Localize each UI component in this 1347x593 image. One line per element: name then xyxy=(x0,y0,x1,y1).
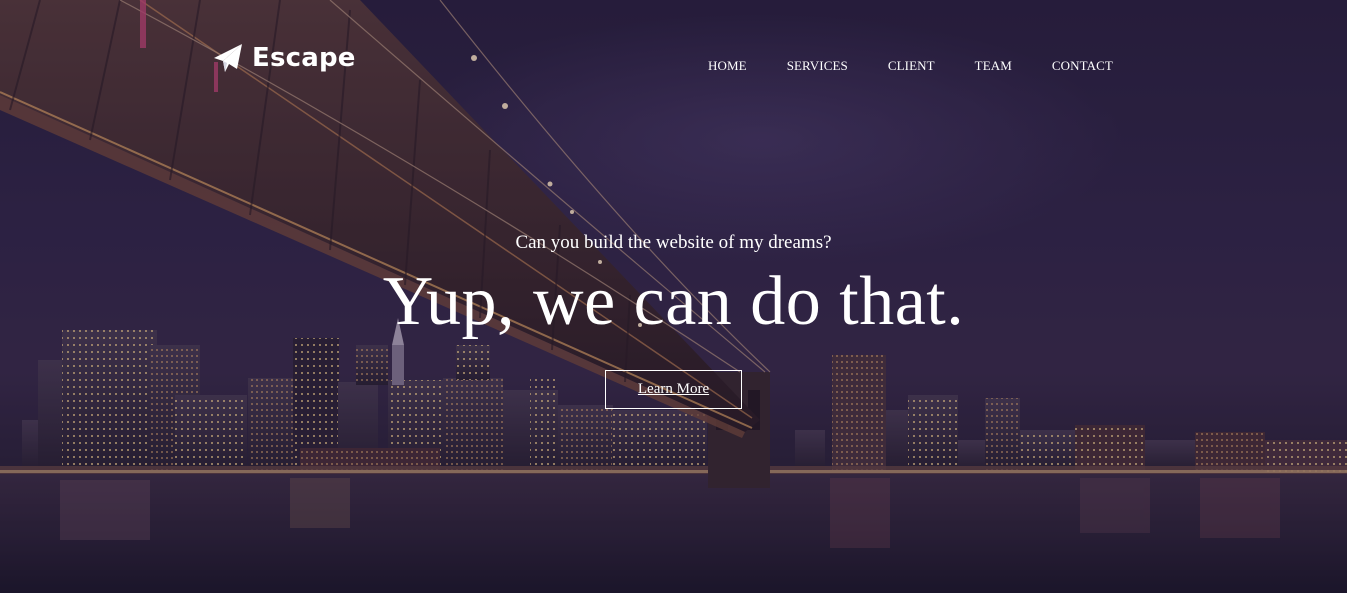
hero-section: Escape HOME SERVICES CLIENT TEAM CONTACT… xyxy=(0,0,1347,593)
nav-item-team: TEAM xyxy=(975,58,1052,74)
nav-link-home[interactable]: HOME xyxy=(708,58,747,74)
learn-more-button[interactable]: Learn More xyxy=(605,370,742,409)
brand-name: Escape xyxy=(252,43,356,73)
nav-item-home: HOME xyxy=(708,58,787,74)
nav-item-services: SERVICES xyxy=(787,58,888,74)
nav-item-client: CLIENT xyxy=(888,58,975,74)
nav-item-contact: CONTACT xyxy=(1052,58,1113,74)
nav-link-services[interactable]: SERVICES xyxy=(787,58,848,74)
main-navigation: HOME SERVICES CLIENT TEAM CONTACT xyxy=(708,58,1113,74)
nav-link-team[interactable]: TEAM xyxy=(975,58,1012,74)
nav-link-client[interactable]: CLIENT xyxy=(888,58,935,74)
nav-link-contact[interactable]: CONTACT xyxy=(1052,58,1113,74)
hero-headline: Yup, we can do that. xyxy=(382,263,965,340)
brand-logo-link[interactable]: Escape xyxy=(212,42,356,74)
paper-plane-icon xyxy=(214,44,242,72)
hero-subtitle: Can you build the website of my dreams? xyxy=(515,232,832,253)
hero-content: Can you build the website of my dreams? … xyxy=(0,230,1347,342)
